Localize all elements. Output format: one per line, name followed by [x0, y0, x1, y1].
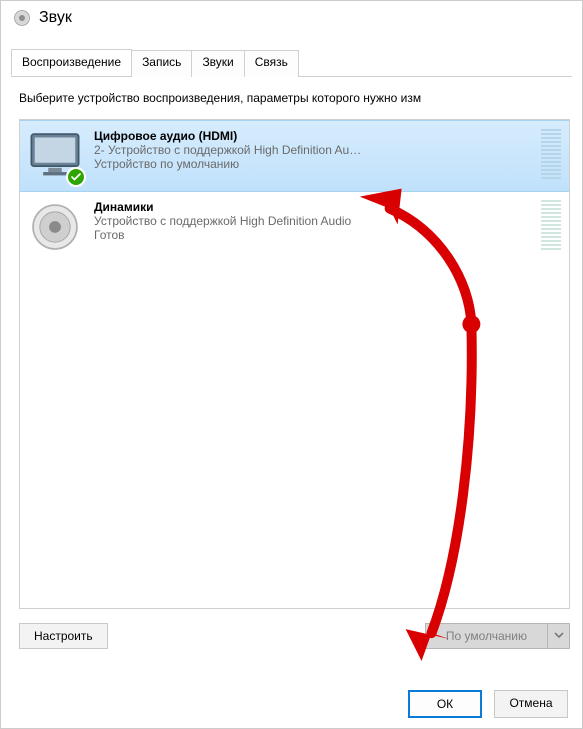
device-hdmi[interactable]: Цифровое аудио (HDMI) 2- Устройство с по…	[20, 120, 569, 192]
set-default-button[interactable]: По умолчанию	[425, 623, 570, 649]
device-title: Динамики	[94, 200, 535, 214]
tab-sounds[interactable]: Звуки	[191, 50, 244, 77]
device-title: Цифровое аудио (HDMI)	[94, 129, 535, 143]
cancel-button[interactable]: Отмена	[494, 690, 568, 718]
device-status: Устройство по умолчанию	[94, 157, 535, 171]
ok-button[interactable]: ОК	[408, 690, 482, 718]
playback-device-list[interactable]: Цифровое аудио (HDMI) 2- Устройство с по…	[19, 119, 570, 609]
set-default-label: По умолчанию	[426, 624, 547, 648]
tab-playback[interactable]: Воспроизведение	[11, 49, 132, 76]
device-subtitle: 2- Устройство с поддержкой High Definiti…	[94, 143, 535, 157]
configure-button[interactable]: Настроить	[19, 623, 108, 649]
device-status: Готов	[94, 228, 535, 242]
default-check-icon	[66, 167, 86, 187]
title-bar: Звук	[1, 1, 582, 31]
tab-recording[interactable]: Запись	[131, 50, 192, 77]
device-speakers[interactable]: Динамики Устройство с поддержкой High De…	[20, 192, 569, 263]
tab-strip: Воспроизведение Запись Звуки Связь	[11, 49, 572, 77]
sound-icon	[13, 9, 31, 27]
level-meter	[541, 200, 561, 250]
device-subtitle: Устройство с поддержкой High Definition …	[94, 214, 535, 228]
instruction-text: Выберите устройство воспроизведения, пар…	[19, 91, 570, 105]
level-meter	[541, 129, 561, 179]
window-title: Звук	[39, 9, 72, 27]
sound-dialog: Звук Воспроизведение Запись Звуки Связь …	[0, 0, 583, 729]
tab-communications[interactable]: Связь	[244, 50, 299, 77]
speaker-icon	[28, 200, 82, 254]
chevron-down-icon[interactable]	[547, 624, 569, 648]
monitor-icon	[28, 129, 82, 183]
